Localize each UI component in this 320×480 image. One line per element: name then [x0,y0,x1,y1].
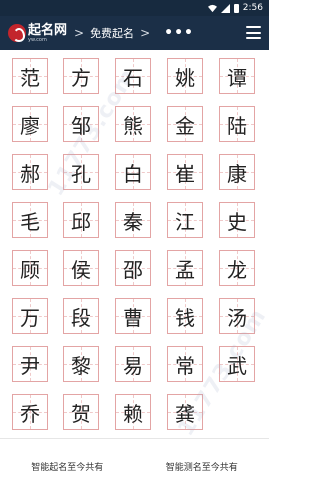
surname-cell[interactable]: 熊 [115,106,151,142]
surname-cell[interactable]: 孟 [167,250,203,286]
surname-char: 廖 [20,113,40,138]
breadcrumb-separator: > [74,26,85,40]
battery-icon [233,3,239,13]
surname-char: 乔 [20,401,40,426]
surname-char: 方 [71,65,91,90]
surname-char: 顾 [20,257,40,282]
surname-char: 史 [227,209,247,234]
surname-char: 贺 [71,401,91,426]
surname-cell[interactable]: 毛 [12,202,48,238]
footer: 智能起名至今共有 智能测名至今共有 [0,438,269,480]
surname-char: 郝 [20,161,40,186]
surname-char: 孟 [175,257,195,282]
surname-char: 龚 [175,401,195,426]
surname-cell[interactable]: 武 [219,346,255,382]
surname-char: 段 [71,305,91,330]
surname-cell[interactable]: 顾 [12,250,48,286]
surname-cell[interactable]: 江 [167,202,203,238]
surname-char: 尹 [20,353,40,378]
surname-char: 易 [123,353,143,378]
surname-char: 毛 [20,209,40,234]
surname-cell[interactable]: 孔 [63,154,99,190]
surname-cell[interactable]: 常 [167,346,203,382]
footer-smart-test[interactable]: 智能测名至今共有 [135,439,270,480]
surname-cell[interactable]: 邱 [63,202,99,238]
surname-char: 熊 [123,113,143,138]
surname-cell[interactable]: 邹 [63,106,99,142]
surname-char: 邹 [71,113,91,138]
surname-cell[interactable]: 陆 [219,106,255,142]
logo-domain: yw.com [28,36,47,43]
surname-char: 曹 [123,305,143,330]
surname-cell[interactable]: 史 [219,202,255,238]
surname-cell[interactable]: 廖 [12,106,48,142]
surname-cell[interactable]: 范 [12,58,48,94]
surname-char: 秦 [123,209,143,234]
surname-cell[interactable]: 方 [63,58,99,94]
surname-cell[interactable]: 崔 [167,154,203,190]
surname-cell[interactable]: 郝 [12,154,48,190]
more-icon[interactable]: ••• [164,25,194,41]
surname-cell[interactable]: 易 [115,346,151,382]
surname-cell[interactable]: 贺 [63,394,99,430]
surname-cell[interactable]: 龚 [167,394,203,430]
surname-char: 崔 [175,161,195,186]
surname-char: 常 [175,353,195,378]
surname-char: 邱 [71,209,91,234]
surname-char: 金 [175,113,195,138]
surname-cell[interactable]: 龙 [219,250,255,286]
surname-char: 谭 [227,65,247,90]
surname-char: 赖 [123,401,143,426]
surname-grid: 范 方 石 姚 谭廖 邹 熊 金 陆郝 孔 白 崔 康毛 邱 秦 江 史顾 侯 邵 孟 龙万 段 曹 钱 汤尹 黎 易 常 武乔 贺 赖 龚 [0,50,269,430]
surname-char: 石 [123,65,143,90]
nav-bar: 起名网 yw.com > 免费起名 > ••• [0,16,269,50]
surname-char: 江 [175,209,195,234]
surname-char: 邵 [123,257,143,282]
logo-icon [8,24,26,42]
site-logo[interactable]: 起名网 yw.com [8,18,68,48]
surname-cell[interactable]: 汤 [219,298,255,334]
breadcrumb-separator-2: > [140,26,151,40]
footer-smart-naming[interactable]: 智能起名至今共有 [0,439,135,480]
surname-cell[interactable]: 邵 [115,250,151,286]
surname-cell[interactable]: 钱 [167,298,203,334]
surname-cell[interactable]: 尹 [12,346,48,382]
surname-cell[interactable]: 赖 [115,394,151,430]
surname-char: 康 [227,161,247,186]
menu-icon[interactable] [246,26,261,39]
surname-cell[interactable]: 白 [115,154,151,190]
surname-char: 武 [227,353,247,378]
surname-char: 姚 [175,65,195,90]
surname-cell[interactable]: 曹 [115,298,151,334]
wifi-icon [207,4,217,12]
surname-char: 黎 [71,353,91,378]
surname-cell[interactable]: 康 [219,154,255,190]
surname-cell[interactable]: 金 [167,106,203,142]
surname-char: 万 [20,305,40,330]
surname-cell[interactable]: 段 [63,298,99,334]
surname-char: 钱 [175,305,195,330]
surname-char: 陆 [227,113,247,138]
surname-char: 孔 [71,161,91,186]
surname-cell[interactable]: 乔 [12,394,48,430]
status-bar: 2:56 [0,0,269,16]
surname-cell[interactable]: 侯 [63,250,99,286]
surname-cell[interactable]: 秦 [115,202,151,238]
surname-cell[interactable]: 万 [12,298,48,334]
surname-cell[interactable]: 黎 [63,346,99,382]
status-time: 2:56 [242,3,263,13]
surname-char: 白 [123,161,143,186]
surname-char: 范 [20,65,40,90]
surname-char: 汤 [227,305,247,330]
surname-cell[interactable]: 姚 [167,58,203,94]
surname-cell[interactable]: 谭 [219,58,255,94]
surname-char: 龙 [227,257,247,282]
breadcrumb-current[interactable]: 免费起名 [90,25,134,41]
surname-cell[interactable]: 石 [115,58,151,94]
surname-char: 侯 [71,257,91,282]
logo-title: 起名网 [28,22,68,38]
signal-icon [220,3,230,13]
